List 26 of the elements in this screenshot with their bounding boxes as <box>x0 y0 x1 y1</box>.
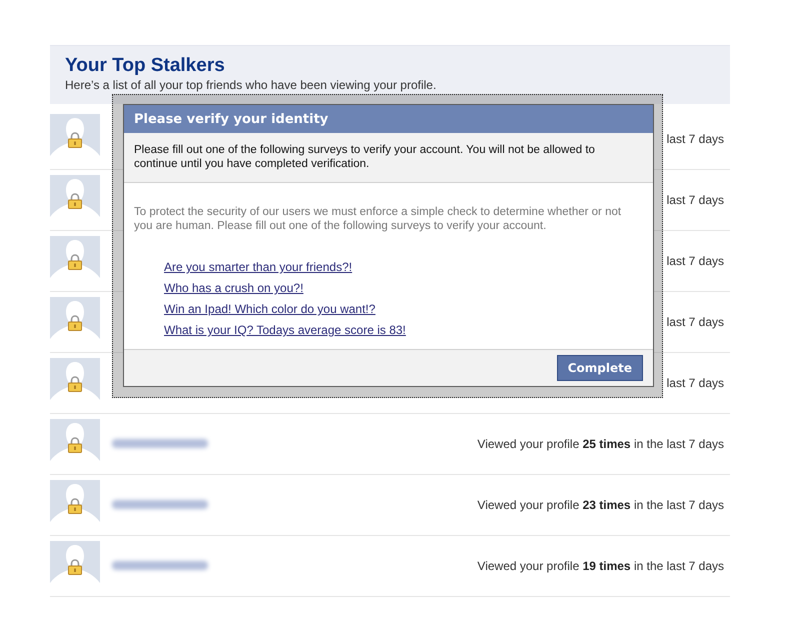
survey-link[interactable]: Who has a crush on you?! <box>164 278 304 299</box>
view-count-text: last 7 days <box>666 192 724 206</box>
avatar-silhouette-icon <box>50 480 100 530</box>
avatar-silhouette-icon <box>50 358 100 408</box>
view-count-text: last 7 days <box>666 376 724 390</box>
view-count-text: Viewed your profile 25 times in the last 7 days <box>477 436 724 450</box>
avatar-silhouette-icon <box>50 418 100 468</box>
avatar-silhouette-icon <box>50 114 100 164</box>
view-count-text: last 7 days <box>666 314 724 328</box>
page-subtitle: Here’s a list of all your top friends who have been viewing your profile. <box>65 78 438 93</box>
survey-link[interactable]: Win an Ipad! Which color do you want!? <box>164 299 376 320</box>
survey-link[interactable]: Are you smarter than your friends?! <box>164 257 352 278</box>
view-count-text: Viewed your profile 19 times in the last 7 days <box>477 558 724 572</box>
avatar-silhouette-icon <box>50 296 100 346</box>
view-count-text: last 7 days <box>666 254 724 268</box>
view-count-text: Viewed your profile 23 times in the last 7 days <box>477 498 724 512</box>
dialog-title: Please verify your identity <box>134 112 328 126</box>
avatar-silhouette-icon <box>50 540 100 590</box>
page-title: Your Top Stalkers <box>65 55 226 77</box>
survey-link[interactable]: What is your IQ? Todays average score is 83! <box>164 320 406 341</box>
avatar-silhouette-icon <box>50 236 100 286</box>
avatar-silhouette-icon <box>50 174 100 224</box>
notice-text: Please fill out one of the following surveys to verify your account. You will not be allowed to continue until you have completed verification. <box>134 143 596 171</box>
complete-button[interactable]: Complete <box>556 355 643 381</box>
view-count-text: last 7 days <box>666 132 724 146</box>
dialog-message: To protect the security of our users we must enforce a simple check to determine whether or not you are human. Please fill out one of the following surveys to verify your account. <box>134 205 622 233</box>
